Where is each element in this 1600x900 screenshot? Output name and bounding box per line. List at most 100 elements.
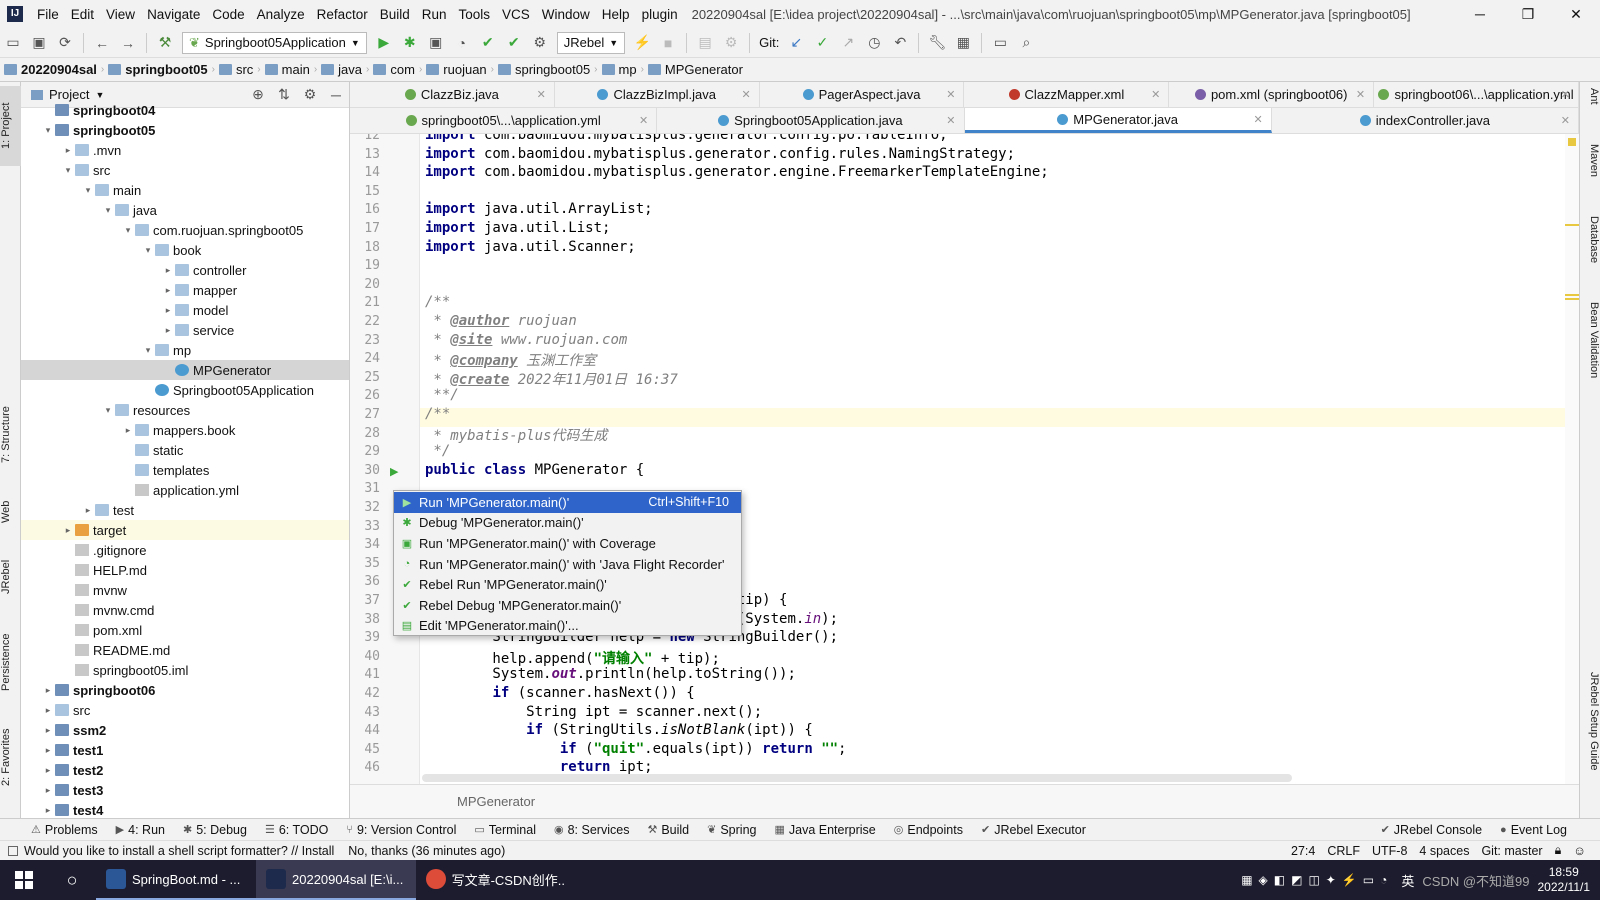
minimize-icon[interactable]: ─: [1456, 0, 1504, 28]
tree-item[interactable]: .gitignore: [21, 540, 349, 560]
notifications-icon[interactable]: ☺: [1573, 844, 1586, 858]
tool-tab-ant[interactable]: Ant: [1582, 88, 1600, 128]
menu-file[interactable]: File: [31, 7, 65, 22]
tool-tab-jrebel[interactable]: JRebel: [0, 547, 21, 607]
code-line[interactable]: import java.util.List;: [425, 220, 610, 236]
chevron-right-icon[interactable]: ▸: [161, 305, 175, 316]
system-tray-icons[interactable]: ▦◈◧◩◫✦⚡▭◔: [1241, 873, 1393, 887]
chevron-right-icon[interactable]: ▸: [41, 725, 55, 736]
breadcrumb-item[interactable]: 20220904sal: [0, 62, 101, 77]
popup-menu-item[interactable]: ✔ Rebel Debug 'MPGenerator.main()': [394, 595, 741, 616]
profile-icon[interactable]: ◔: [451, 32, 473, 54]
editor-tab[interactable]: ClazzMapper.xml ✕: [964, 82, 1170, 107]
open-folder-icon[interactable]: ▭: [2, 32, 24, 54]
editor-tab[interactable]: ClazzBizImpl.java ✕: [555, 82, 760, 107]
git-update-icon[interactable]: ↙: [785, 32, 807, 54]
tool-tab-maven[interactable]: Maven: [1582, 144, 1600, 204]
menu-help[interactable]: Help: [596, 7, 636, 22]
close-tab-icon[interactable]: ✕: [1356, 88, 1365, 101]
tree-item[interactable]: ▸ test3: [21, 780, 349, 800]
chevron-down-icon[interactable]: ▾: [101, 405, 115, 416]
error-stripe-mark[interactable]: [1565, 224, 1579, 226]
menu-navigate[interactable]: Navigate: [141, 7, 206, 22]
tool-window-button[interactable]: ◉ 8: Services: [545, 823, 638, 837]
git-push-icon[interactable]: ↗: [837, 32, 859, 54]
tree-item[interactable]: templates: [21, 460, 349, 480]
editor-tab[interactable]: springboot06\...\application.yml ✕: [1374, 82, 1579, 107]
tool-window-button[interactable]: ▶ 4: Run: [107, 823, 174, 837]
tool-window-button[interactable]: ❦ Spring: [698, 823, 765, 837]
breadcrumb-item[interactable]: src: [215, 62, 257, 77]
popup-menu-item[interactable]: ▣ Run 'MPGenerator.main()' with Coverage: [394, 533, 741, 554]
tool-window-button[interactable]: ▭ Terminal: [465, 823, 545, 837]
run-gutter-icon[interactable]: ▶: [390, 465, 398, 478]
tool-tab-structure[interactable]: 7: Structure: [0, 390, 21, 480]
clock-time[interactable]: 18:59: [1538, 865, 1591, 880]
settings-wrench-icon[interactable]: 🔧︎: [926, 32, 948, 54]
menu-plugin[interactable]: plugin: [636, 7, 684, 22]
tool-tab-database[interactable]: Database: [1582, 216, 1600, 286]
code-line[interactable]: * @site www.ruojuan.com: [425, 332, 627, 348]
code-line[interactable]: System.out.println(help.toString());: [425, 666, 795, 682]
build-hammer-icon[interactable]: ⚒: [154, 32, 176, 54]
tool-tab-persistence[interactable]: Persistence: [0, 617, 21, 707]
chevron-right-icon[interactable]: ▸: [41, 765, 55, 776]
code-line[interactable]: **/: [425, 387, 458, 403]
tool-window-button[interactable]: ● Event Log: [1491, 823, 1576, 837]
tools-icon[interactable]: ⚙: [720, 32, 742, 54]
code-line[interactable]: * @company 玉渊工作室: [425, 350, 596, 370]
tool-tab-favorites[interactable]: 2: Favorites: [0, 712, 21, 802]
chevron-right-icon[interactable]: ▸: [161, 265, 175, 276]
tool-window-button[interactable]: ☰ 6: TODO: [256, 823, 337, 837]
popup-menu-item[interactable]: ◔ Run 'MPGenerator.main()' with 'Java Fli…: [394, 554, 741, 575]
menu-analyze[interactable]: Analyze: [251, 7, 311, 22]
rollback-icon[interactable]: ↶: [889, 32, 911, 54]
editor-tab[interactable]: Springboot05Application.java ✕: [657, 108, 965, 133]
chevron-down-icon[interactable]: ▾: [81, 185, 95, 196]
code-line[interactable]: /**: [425, 406, 450, 422]
jrebel-run-icon[interactable]: ✔: [477, 32, 499, 54]
tree-item[interactable]: ▸ .mvn: [21, 140, 349, 160]
tree-item[interactable]: HELP.md: [21, 560, 349, 580]
chevron-right-icon[interactable]: ▸: [41, 745, 55, 756]
chevron-right-icon[interactable]: ▸: [61, 145, 75, 156]
tree-item[interactable]: ▸ src: [21, 700, 349, 720]
tree-item[interactable]: Springboot05Application: [21, 380, 349, 400]
tree-item[interactable]: ▸ springboot06: [21, 680, 349, 700]
back-icon[interactable]: ←: [91, 32, 113, 54]
tree-item[interactable]: README.md: [21, 640, 349, 660]
chevron-right-icon[interactable]: ▸: [41, 685, 55, 696]
menu-edit[interactable]: Edit: [65, 7, 100, 22]
breadcrumb-item[interactable]: main: [261, 62, 314, 77]
code-line[interactable]: import java.util.Scanner;: [425, 239, 636, 255]
presentation-icon[interactable]: ▭: [989, 32, 1011, 54]
input-method-indicator[interactable]: 英: [1401, 871, 1414, 890]
status-message[interactable]: Would you like to install a shell script…: [24, 844, 505, 858]
attach-icon[interactable]: ⚙: [529, 32, 551, 54]
tree-item[interactable]: ▾ main: [21, 180, 349, 200]
chevron-down-icon[interactable]: ▾: [121, 225, 135, 236]
editor-tab[interactable]: MPGenerator.java ✕: [964, 108, 1272, 133]
breadcrumb-item[interactable]: MPGenerator: [644, 62, 747, 77]
code-line[interactable]: if (scanner.hasNext()) {: [425, 685, 694, 701]
code-line[interactable]: * @create 2022年11月01日 16:37: [425, 369, 677, 389]
debug-icon[interactable]: ✱: [399, 32, 421, 54]
menu-refactor[interactable]: Refactor: [311, 7, 374, 22]
tree-item[interactable]: ▾ com.ruojuan.springboot05: [21, 220, 349, 240]
chevron-right-icon[interactable]: ▸: [41, 705, 55, 716]
tree-item[interactable]: ▸ mappers.book: [21, 420, 349, 440]
tree-item[interactable]: springboot04: [21, 100, 349, 120]
code-line[interactable]: import com.baomidou.mybatisplus.generato…: [425, 164, 1049, 180]
code-line[interactable]: String ipt = scanner.next();: [425, 704, 762, 720]
code-line[interactable]: public class MPGenerator {: [425, 462, 644, 478]
tree-item[interactable]: ▸ ssm2: [21, 720, 349, 740]
history-icon[interactable]: ◷: [863, 32, 885, 54]
save-all-icon[interactable]: ▣: [28, 32, 50, 54]
tree-item[interactable]: pom.xml: [21, 620, 349, 640]
taskbar-app[interactable]: SpringBoot.md - ...: [96, 860, 256, 900]
chevron-down-icon[interactable]: ▾: [101, 205, 115, 216]
menu-vcs[interactable]: VCS: [496, 7, 536, 22]
breadcrumb-item[interactable]: com: [369, 62, 419, 77]
tree-item[interactable]: MPGenerator: [21, 360, 349, 380]
horizontal-scrollbar[interactable]: [422, 774, 1292, 782]
